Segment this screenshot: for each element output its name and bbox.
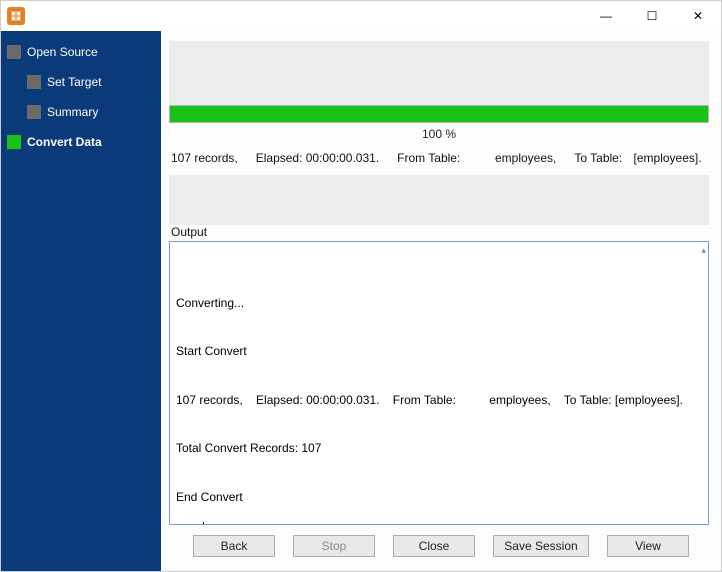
status-from-value: employees,: [495, 151, 556, 165]
status-from-label: From Table:: [397, 151, 460, 165]
close-button[interactable]: Close: [393, 535, 475, 557]
app-icon: [7, 7, 25, 25]
output-label: Output: [169, 225, 709, 241]
status-records: 107 records,: [171, 151, 238, 165]
status-row: 107 records, Elapsed: 00:00:00.031. From…: [169, 151, 709, 175]
sidebar-item-open-source[interactable]: Open Source: [7, 43, 155, 61]
sidebar-item-set-target[interactable]: Set Target: [27, 73, 155, 91]
back-button[interactable]: Back: [193, 535, 275, 557]
maximize-icon: ☐: [647, 9, 658, 23]
step-marker-icon: [27, 75, 41, 89]
progress-percent: 100 %: [169, 123, 709, 151]
header-gap: [169, 41, 709, 105]
minimize-icon: —: [600, 9, 612, 23]
status-to-value: [employees].: [634, 151, 702, 165]
output-line: Converting...: [176, 295, 702, 311]
status-to-label: To Table:: [574, 151, 622, 165]
wizard-sidebar: Open Source Set Target Summary Convert D…: [1, 31, 161, 571]
titlebar: — ☐ ✕: [1, 1, 721, 31]
maximize-button[interactable]: ☐: [629, 1, 675, 31]
close-icon: ✕: [693, 9, 703, 23]
button-row: Back Stop Close Save Session View: [161, 525, 721, 571]
output-line: Total Convert Records: 107: [176, 440, 702, 456]
text-caret: [203, 522, 204, 525]
sidebar-item-label: Set Target: [47, 75, 101, 89]
stop-button: Stop: [293, 535, 375, 557]
scroll-up-icon: ▴: [701, 244, 706, 256]
output-line: End Convert: [176, 489, 702, 505]
output-log[interactable]: ▴ Converting... Start Convert 107 record…: [169, 241, 709, 525]
mid-gap: [169, 175, 709, 225]
progress-bar: [169, 105, 709, 123]
sidebar-item-convert-data[interactable]: Convert Data: [7, 133, 155, 151]
step-marker-icon: [7, 45, 21, 59]
status-elapsed: Elapsed: 00:00:00.031.: [256, 151, 379, 165]
output-line: Start Convert: [176, 343, 702, 359]
sidebar-item-label: Summary: [47, 105, 98, 119]
minimize-button[interactable]: —: [583, 1, 629, 31]
sidebar-item-label: Convert Data: [27, 135, 102, 149]
sidebar-item-summary[interactable]: Summary: [27, 103, 155, 121]
save-session-button[interactable]: Save Session: [493, 535, 589, 557]
view-button[interactable]: View: [607, 535, 689, 557]
close-window-button[interactable]: ✕: [675, 1, 721, 31]
step-marker-icon: [27, 105, 41, 119]
step-marker-icon: [7, 135, 21, 149]
main-panel: 100 % 107 records, Elapsed: 00:00:00.031…: [161, 31, 721, 571]
sidebar-item-label: Open Source: [27, 45, 98, 59]
output-line: 107 records, Elapsed: 00:00:00.031. From…: [176, 392, 702, 408]
